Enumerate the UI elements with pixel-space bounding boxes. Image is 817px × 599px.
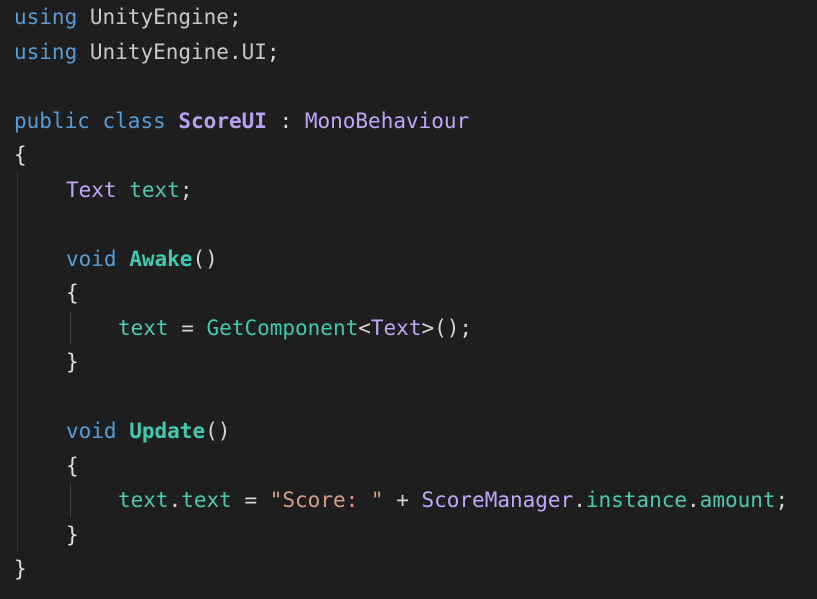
indent-guide-line — [70, 310, 71, 345]
code-token: instance — [585, 488, 688, 512]
code-line[interactable]: public class ScoreUI : MonoBehaviour — [14, 104, 469, 138]
code-token: Update — [129, 419, 206, 443]
code-token: ; — [775, 488, 789, 512]
code-token: ScoreUI — [178, 108, 267, 133]
code-token: MonoBehaviour — [304, 108, 470, 133]
code-token: { — [66, 453, 79, 478]
code-token: UnityEngine — [89, 39, 229, 64]
code-line[interactable]: { — [66, 276, 79, 310]
code-token: void — [66, 419, 117, 443]
code-token: } — [66, 350, 79, 374]
code-token: "Score: " — [269, 488, 384, 512]
indent-guide-line — [17, 172, 18, 552]
code-token: GetComponent — [206, 315, 359, 340]
code-line[interactable]: text.text = "Score: " + ScoreManager.ins… — [118, 483, 788, 517]
code-token: () — [192, 246, 218, 271]
code-token: class — [102, 108, 166, 133]
code-token: text — [118, 488, 169, 512]
code-token: Text — [370, 315, 422, 340]
code-token: { — [14, 143, 27, 167]
code-line[interactable]: void Awake() — [66, 242, 218, 276]
code-token: text — [129, 177, 180, 202]
code-token: >(); — [421, 315, 473, 340]
code-token: ; — [179, 177, 193, 202]
code-token: text — [118, 315, 169, 340]
code-line[interactable]: void Update() — [66, 414, 230, 448]
code-token: . — [168, 488, 182, 512]
code-token: text — [181, 488, 232, 512]
code-line[interactable]: using UnityEngine; — [14, 0, 242, 34]
code-token: : — [266, 108, 305, 133]
code-token: using — [14, 5, 78, 29]
code-line[interactable]: } — [66, 518, 79, 552]
code-token: ScoreManager — [421, 488, 574, 512]
code-token: Awake — [129, 246, 193, 271]
code-line[interactable]: } — [66, 345, 79, 379]
code-token: + — [383, 488, 422, 512]
code-token: UI — [241, 39, 267, 64]
code-line[interactable]: text = GetComponent<Text>(); — [118, 311, 472, 345]
code-line[interactable]: { — [66, 449, 79, 483]
code-token: ; — [266, 39, 280, 64]
code-token: . — [687, 488, 700, 512]
code-token: < — [358, 315, 371, 340]
indent-guide-line — [70, 483, 71, 518]
code-token: UnityEngine — [89, 5, 229, 29]
code-line[interactable]: Text text; — [66, 173, 192, 207]
code-token: ; — [228, 5, 242, 29]
code-token: amount — [699, 488, 776, 512]
code-token: = — [231, 488, 270, 512]
code-token: } — [14, 557, 27, 581]
code-token: } — [66, 522, 79, 547]
code-token: using — [14, 39, 78, 64]
code-token: public — [14, 108, 90, 133]
code-line[interactable]: { — [14, 138, 27, 172]
code-token: Text — [66, 177, 117, 202]
code-token: { — [66, 281, 79, 305]
code-token: . — [228, 39, 242, 64]
code-token: . — [573, 488, 586, 512]
code-token: () — [205, 419, 231, 443]
code-token: = — [168, 315, 207, 340]
code-line[interactable]: using UnityEngine.UI; — [14, 35, 280, 69]
code-token: void — [66, 246, 117, 271]
code-editor[interactable]: using UnityEngine; using UnityEngine.UI; p… — [0, 0, 817, 599]
code-line[interactable]: } — [14, 552, 27, 586]
